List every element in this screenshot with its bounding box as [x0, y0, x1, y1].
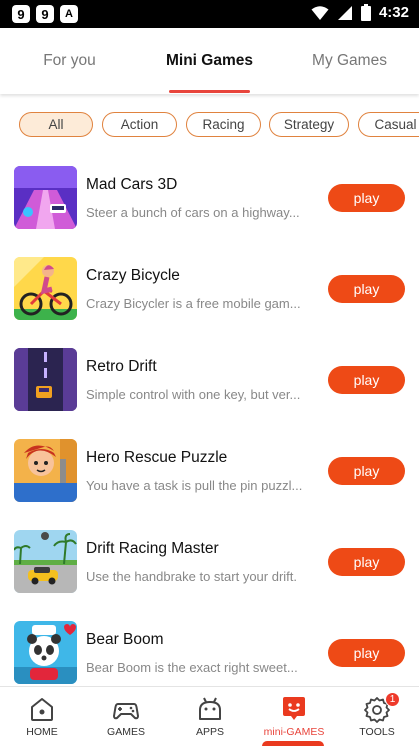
- play-button[interactable]: play: [328, 275, 405, 303]
- active-tab-indicator: [169, 90, 250, 93]
- notification-app-icon: A: [60, 5, 78, 23]
- status-notification-icons: 9 9 A: [12, 5, 78, 23]
- nav-label-tools: TOOLS: [359, 726, 395, 738]
- game-title: Mad Cars 3D: [86, 176, 178, 193]
- game-description: Use the handbrake to start your drift.: [86, 569, 297, 584]
- filter-chip-casual[interactable]: Casual: [358, 112, 419, 137]
- tab-my-games[interactable]: My Games: [280, 28, 419, 94]
- game-thumbnail[interactable]: [14, 166, 77, 229]
- game-thumbnail[interactable]: [14, 530, 77, 593]
- retro-drift-thumbnail-image: [14, 348, 77, 411]
- tools-notification-badge: 1: [385, 692, 400, 707]
- tab-mini-games[interactable]: Mini Games: [139, 28, 280, 94]
- game-item-drift-racing-master[interactable]: Drift Racing Master Use the handbrake to…: [0, 530, 419, 610]
- filter-chip-all[interactable]: All: [19, 112, 93, 137]
- game-description: Steer a bunch of cars on a highway...: [86, 205, 300, 220]
- wifi-icon: [311, 5, 329, 20]
- status-time: 4:32: [378, 4, 409, 21]
- filter-chip-strategy[interactable]: Strategy: [269, 112, 349, 137]
- nav-label-home: HOME: [26, 726, 58, 738]
- game-title: Retro Drift: [86, 358, 157, 375]
- active-nav-indicator: [262, 741, 324, 746]
- game-item-hero-rescue-puzzle[interactable]: Hero Rescue Puzzle You have a task is pu…: [0, 439, 419, 519]
- game-description: Bear Boom is the exact right sweet...: [86, 660, 298, 675]
- nav-item-mini-games[interactable]: mini-GAMES: [252, 687, 336, 746]
- home-icon: [31, 698, 53, 721]
- bottom-navigation: HOME GAMES APPS mini-GAMES 1 TOOLS: [0, 686, 419, 746]
- battery-icon: [360, 4, 371, 21]
- nav-item-home[interactable]: HOME: [0, 687, 84, 746]
- category-filter-bar: All Action Racing Strategy Casual: [0, 110, 419, 140]
- play-button[interactable]: play: [328, 548, 405, 576]
- game-item-retro-drift[interactable]: Retro Drift Simple control with one key,…: [0, 348, 419, 428]
- game-item-crazy-bicycle[interactable]: Crazy Bicycle Crazy Bicycler is a free m…: [0, 257, 419, 337]
- status-bar: 9 9 A 4:32: [0, 0, 419, 28]
- game-thumbnail[interactable]: [14, 439, 77, 502]
- play-button[interactable]: play: [328, 184, 405, 212]
- filter-chip-racing[interactable]: Racing: [186, 112, 261, 137]
- signal-icon: [337, 5, 352, 20]
- game-thumbnail[interactable]: [14, 257, 77, 320]
- filter-chip-action[interactable]: Action: [102, 112, 177, 137]
- nav-item-games[interactable]: GAMES: [84, 687, 168, 746]
- play-button[interactable]: play: [328, 639, 405, 667]
- mad-cars-thumbnail-image: [14, 166, 77, 229]
- nav-label-mini-games: mini-GAMES: [263, 726, 325, 738]
- drift-racing-thumbnail-image: [14, 530, 77, 593]
- play-button[interactable]: play: [328, 366, 405, 394]
- notification-app-icon: 9: [36, 5, 54, 23]
- game-title: Drift Racing Master: [86, 540, 219, 557]
- nav-item-tools[interactable]: 1 TOOLS: [335, 687, 419, 746]
- nav-label-apps: APPS: [195, 726, 224, 738]
- game-thumbnail[interactable]: [14, 621, 77, 684]
- hero-rescue-thumbnail-image: [14, 439, 77, 502]
- nav-label-games: GAMES: [107, 726, 145, 738]
- top-tab-bar: For you Mini Games My Games: [0, 28, 419, 94]
- game-description: Simple control with one key, but ver...: [86, 387, 301, 402]
- mini-games-icon: [283, 697, 305, 720]
- game-title: Bear Boom: [86, 631, 164, 648]
- notification-app-icon: 9: [12, 5, 30, 23]
- tab-for-you[interactable]: For you: [0, 28, 139, 94]
- game-title: Hero Rescue Puzzle: [86, 449, 228, 466]
- nav-item-apps[interactable]: APPS: [168, 687, 252, 746]
- game-thumbnail[interactable]: [14, 348, 77, 411]
- game-item-mad-cars-3d[interactable]: Mad Cars 3D Steer a bunch of cars on a h…: [0, 166, 419, 246]
- game-description: Crazy Bicycler is a free mobile gam...: [86, 296, 301, 311]
- android-icon: [199, 697, 221, 720]
- crazy-bicycle-thumbnail-image: [14, 257, 77, 320]
- game-title: Crazy Bicycle: [86, 267, 180, 284]
- play-button[interactable]: play: [328, 457, 405, 485]
- game-description: You have a task is pull the pin puzzl...: [86, 478, 303, 493]
- gamepad-icon: [113, 703, 139, 720]
- bear-boom-thumbnail-image: [14, 621, 77, 684]
- status-system-icons: 4:32: [311, 4, 409, 21]
